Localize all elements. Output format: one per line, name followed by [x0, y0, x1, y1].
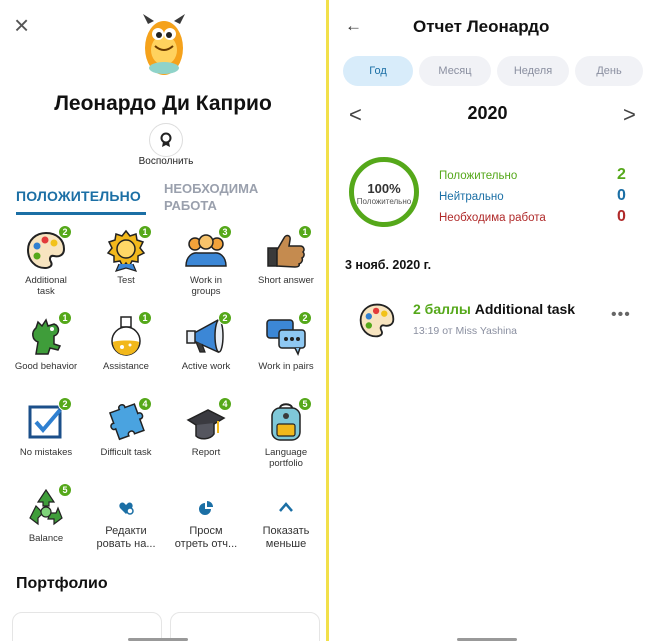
report-pane: ← Отчет Леонардо Год Месяц Неделя День <… [329, 0, 646, 641]
tab-needs-work-line2: РАБОТА [164, 198, 217, 213]
entry-points: 2 баллы [413, 301, 471, 317]
stat-needs-work-value: 0 [617, 208, 626, 225]
active-tab-indicator [16, 212, 146, 215]
stat-needs-work-label: Необходима работа [439, 212, 546, 224]
next-year-icon[interactable]: > [623, 102, 636, 128]
tab-needs-work-line1: НЕОБХОДИМА [164, 181, 259, 196]
skill-test[interactable]: 1 Test [86, 225, 166, 286]
edit-skills-label: Редакти ровать на... [96, 525, 156, 550]
skill-difficult-task[interactable]: 4 Difficult task [86, 397, 166, 458]
redeem-label: Восполнить [138, 156, 194, 167]
skill-label: Good behavior [14, 361, 78, 372]
skill-label: Active work [181, 361, 231, 372]
skill-count-badge: 4 [218, 397, 232, 411]
skill-report[interactable]: 4 Report [166, 397, 246, 458]
view-report-button[interactable]: Просм отреть отч... [166, 486, 246, 551]
period-selector: Год Месяц Неделя День [343, 56, 643, 86]
period-month[interactable]: Месяц [419, 56, 491, 86]
behavior-tabs: ПОЛОЖИТЕЛЬНО НЕОБХОДИМА РАБОТА [16, 178, 316, 218]
skill-label: Balance [28, 533, 64, 544]
report-title: Отчет Леонардо [413, 17, 550, 36]
portfolio-card[interactable] [12, 612, 162, 641]
skill-label: Additional task [25, 275, 67, 297]
skill-count-badge: 2 [218, 311, 232, 325]
skill-count-badge: 1 [138, 311, 152, 325]
skill-no-mistakes[interactable]: 2 No mistakes [6, 397, 86, 458]
tab-needs-work[interactable]: НЕОБХОДИМА РАБОТА [164, 180, 294, 214]
skill-count-badge: 1 [58, 311, 72, 325]
skill-label: Report [191, 447, 221, 458]
stat-positive-label: Положительно [439, 170, 518, 182]
heart-gear-icon [119, 502, 134, 515]
skill-active-work[interactable]: 2 Active work [166, 311, 246, 372]
student-card-pane: × Леонардо Ди Каприо Восполнить ПОЛОЖИТЕ… [0, 0, 326, 641]
portfolio-title: Портфолио [16, 575, 108, 592]
skill-language-portfolio[interactable]: 5 Language portfolio [246, 397, 326, 469]
monster-avatar [143, 14, 185, 75]
skill-count-badge: 3 [218, 225, 232, 239]
date-heading: 3 нояб. 2020 г. [345, 258, 432, 272]
skill-count-badge: 2 [58, 225, 72, 239]
positive-percent-label: Положительно [356, 197, 412, 206]
skill-additional-task[interactable]: 2 Additional task [6, 225, 86, 297]
skill-count-badge: 2 [58, 397, 72, 411]
award-icon [160, 132, 172, 147]
skill-good-behavior[interactable]: 1 Good behavior [6, 311, 86, 372]
skill-work-in-pairs[interactable]: 2 Work in pairs [246, 311, 326, 372]
skill-label: Assistance [103, 361, 149, 372]
show-less-button[interactable]: Показать меньше [246, 486, 326, 551]
skill-count-badge: 5 [298, 397, 312, 411]
period-year[interactable]: Год [343, 56, 413, 86]
selected-year: 2020 [467, 103, 508, 123]
skill-work-in-groups[interactable]: 3 Work in groups [166, 225, 246, 297]
more-options-icon[interactable]: ••• [611, 306, 631, 324]
period-day[interactable]: День [575, 56, 643, 86]
tab-positive[interactable]: ПОЛОЖИТЕЛЬНО [16, 188, 141, 204]
redeem-button[interactable] [149, 123, 183, 157]
entry-meta: 13:19 от Miss Yashina [413, 325, 518, 337]
skill-label: Short answer [258, 275, 314, 286]
skill-count-badge: 2 [298, 311, 312, 325]
skill-label: Work in pairs [258, 361, 314, 372]
skill-count-badge: 5 [58, 483, 72, 497]
skill-short-answer[interactable]: 1 Short answer [246, 225, 326, 286]
skill-count-badge: 4 [138, 397, 152, 411]
stat-positive-value: 2 [617, 166, 626, 183]
skill-balance[interactable]: 5 Balance [6, 483, 86, 544]
positive-percent: 100% [367, 181, 401, 196]
skill-assistance[interactable]: 1 Assistance [86, 311, 166, 372]
entry-skill: Additional task [474, 301, 576, 317]
portfolio-card[interactable] [170, 612, 320, 641]
palette-icon [359, 303, 395, 338]
edit-skills-button[interactable]: Редакти ровать на... [86, 486, 166, 551]
positive-ratio-ring: 100% Положительно [349, 157, 419, 227]
skill-label: Work in groups [189, 275, 223, 297]
student-name: Леонардо Ди Каприо [54, 92, 272, 115]
skill-count-badge: 1 [298, 225, 312, 239]
stat-neutral-value: 0 [617, 187, 626, 204]
skill-count-badge: 1 [138, 225, 152, 239]
skill-label: Difficult task [100, 447, 152, 458]
pie-chart-icon [199, 501, 213, 515]
close-icon[interactable]: × [14, 12, 29, 38]
feedback-entry[interactable]: 2 баллы Additional task [413, 301, 575, 317]
show-less-label: Показать меньше [262, 525, 310, 550]
skill-label: Test [117, 275, 135, 286]
chevron-up-icon [279, 502, 293, 512]
period-week[interactable]: Неделя [497, 56, 569, 86]
view-report-label: Просм отреть отч... [174, 525, 238, 550]
back-arrow-icon[interactable]: ← [345, 16, 362, 36]
skill-label: No mistakes [19, 447, 73, 458]
skill-label: Language portfolio [264, 447, 308, 469]
stat-neutral-label: Нейтрально [439, 191, 504, 203]
